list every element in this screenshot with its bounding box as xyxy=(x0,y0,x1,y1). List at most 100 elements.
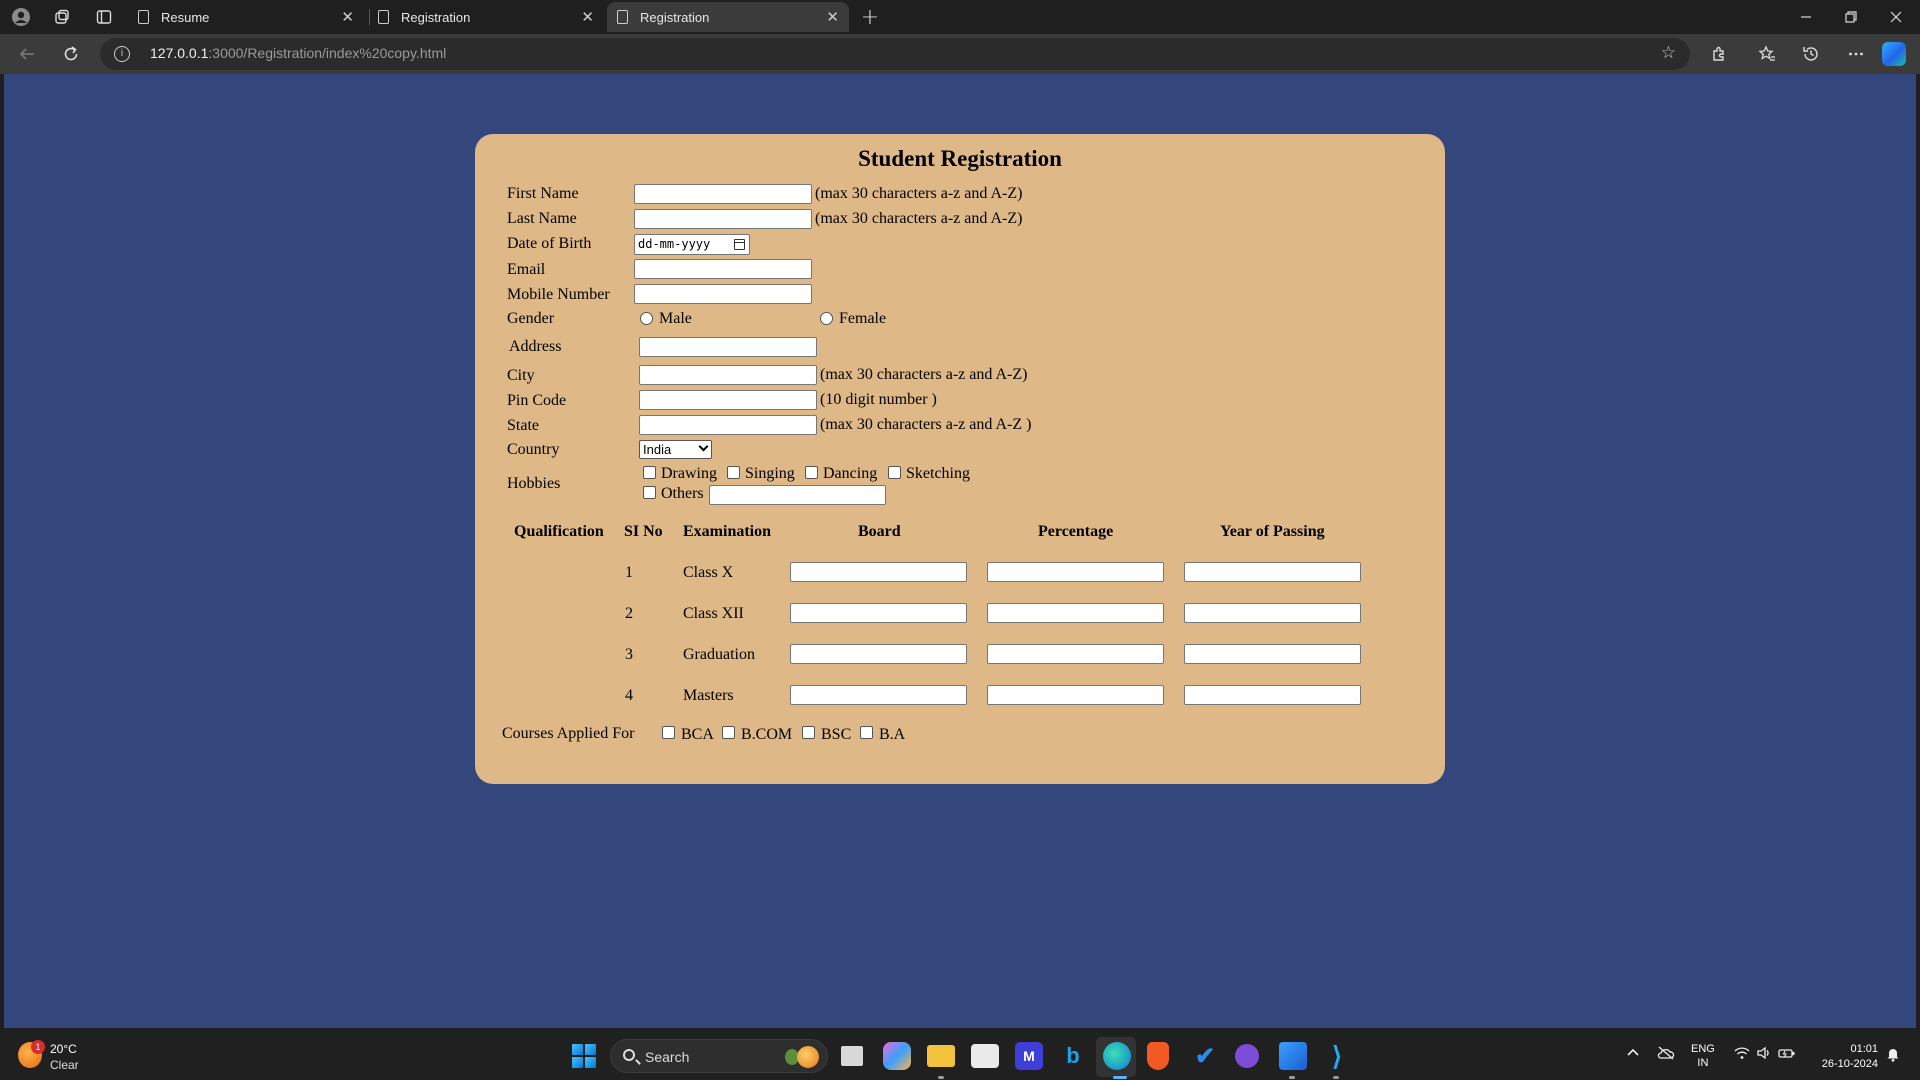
year-of-passing-input[interactable] xyxy=(1184,603,1361,623)
back-arrow-icon[interactable] xyxy=(15,42,39,66)
tab-registration-active[interactable]: Registration ✕ xyxy=(607,2,849,32)
hobby-others-input[interactable] xyxy=(709,485,886,505)
edge-browser-icon[interactable] xyxy=(1103,1042,1131,1070)
dob-label: Date of Birth xyxy=(507,235,592,252)
page-icon xyxy=(378,10,389,24)
wifi-icon[interactable] xyxy=(1734,1046,1750,1063)
board-input[interactable] xyxy=(790,603,967,623)
first-name-input[interactable] xyxy=(634,184,812,204)
editor-app-icon[interactable]: M xyxy=(1015,1042,1043,1070)
store-icon[interactable] xyxy=(971,1044,999,1068)
hobby-singing-checkbox[interactable] xyxy=(727,466,740,479)
refresh-icon[interactable] xyxy=(59,42,83,66)
close-tab-icon[interactable]: ✕ xyxy=(341,8,354,26)
browser-tab-bar: Resume ✕ Registration ✕ Registration ✕ + xyxy=(0,0,1920,34)
history-icon[interactable] xyxy=(1800,43,1822,65)
city-input[interactable] xyxy=(639,365,817,385)
board-input[interactable] xyxy=(790,644,967,664)
page-icon xyxy=(138,10,149,24)
bing-icon[interactable]: b xyxy=(1059,1042,1087,1070)
row-si-no: 1 xyxy=(625,564,633,581)
new-tab-icon[interactable]: + xyxy=(859,5,881,30)
state-label: State xyxy=(507,417,539,434)
url-host: 127.0.0.1 xyxy=(150,45,209,61)
vscode-icon[interactable]: ⟩ xyxy=(1323,1041,1351,1071)
course-bcom-checkbox[interactable] xyxy=(722,726,735,739)
favorite-star-icon[interactable]: ☆ xyxy=(1661,43,1676,63)
last-name-input[interactable] xyxy=(634,209,812,229)
notification-bell-icon[interactable] xyxy=(1886,1046,1900,1065)
col-header-board: Board xyxy=(858,523,901,540)
percentage-input[interactable] xyxy=(987,603,1164,623)
cloud-offline-icon[interactable] xyxy=(1657,1046,1675,1063)
chevron-up-icon[interactable] xyxy=(1626,1046,1640,1063)
todo-check-icon[interactable]: ✔ xyxy=(1191,1042,1219,1070)
file-explorer-icon[interactable] xyxy=(927,1045,955,1067)
row-si-no: 3 xyxy=(625,646,633,663)
close-tab-icon[interactable]: ✕ xyxy=(826,8,839,26)
course-bsc-checkbox[interactable] xyxy=(802,726,815,739)
volume-icon[interactable] xyxy=(1756,1046,1772,1063)
minimize-icon[interactable] xyxy=(1786,6,1826,28)
calendar-icon[interactable] xyxy=(734,239,745,250)
workspaces-icon[interactable] xyxy=(51,6,73,28)
email-input[interactable] xyxy=(634,259,812,279)
mobile-input[interactable] xyxy=(634,284,812,304)
address-bar[interactable]: i 127.0.0.1:3000/Registration/index%20co… xyxy=(100,38,1690,70)
year-of-passing-input[interactable] xyxy=(1184,562,1361,582)
search-text: Search xyxy=(645,1049,690,1065)
first-name-hint: (max 30 characters a-z and A-Z) xyxy=(815,185,1023,202)
gender-male-radio[interactable] xyxy=(640,312,653,325)
tab-actions-icon[interactable] xyxy=(93,6,115,28)
hobby-sketching-checkbox[interactable] xyxy=(888,466,901,479)
close-window-icon[interactable] xyxy=(1876,6,1916,28)
year-of-passing-input[interactable] xyxy=(1184,685,1361,705)
hobby-drawing-checkbox[interactable] xyxy=(643,466,656,479)
browser-toolbar: i 127.0.0.1:3000/Registration/index%20co… xyxy=(0,34,1920,74)
col-header-year-of-passing: Year of Passing xyxy=(1220,523,1325,540)
row-si-no: 4 xyxy=(625,687,633,704)
last-name-label: Last Name xyxy=(507,210,577,227)
year-of-passing-input[interactable] xyxy=(1184,644,1361,664)
address-input[interactable] xyxy=(639,337,817,357)
course-ba-checkbox[interactable] xyxy=(860,726,873,739)
dob-input[interactable]: dd-mm-yyyy xyxy=(634,234,750,255)
board-input[interactable] xyxy=(790,685,967,705)
task-view-icon[interactable] xyxy=(841,1046,863,1066)
url-text[interactable]: 127.0.0.1:3000/Registration/index%20copy… xyxy=(150,45,446,61)
board-input[interactable] xyxy=(790,562,967,582)
windows-start-icon[interactable] xyxy=(572,1044,596,1068)
state-input[interactable] xyxy=(639,415,817,435)
pin-code-input[interactable] xyxy=(639,390,817,410)
photos-icon[interactable] xyxy=(1279,1042,1307,1070)
percentage-input[interactable] xyxy=(987,644,1164,664)
row-si-no: 2 xyxy=(625,605,633,622)
profile-icon[interactable] xyxy=(10,6,32,28)
percentage-input[interactable] xyxy=(987,685,1164,705)
hobby-others-checkbox[interactable] xyxy=(643,486,656,499)
brave-browser-icon[interactable] xyxy=(1147,1042,1169,1070)
taskbar-search[interactable]: Search xyxy=(610,1039,828,1073)
battery-icon[interactable] xyxy=(1778,1046,1796,1063)
tab-resume[interactable]: Resume ✕ xyxy=(128,2,364,32)
copilot-app-icon[interactable] xyxy=(883,1042,911,1070)
copilot-icon[interactable] xyxy=(1882,42,1906,66)
extensions-icon[interactable] xyxy=(1708,43,1730,65)
language-indicator[interactable]: ENG IN xyxy=(1691,1042,1715,1070)
course-bca-checkbox[interactable] xyxy=(662,726,675,739)
site-info-icon[interactable]: i xyxy=(114,46,130,62)
restore-icon[interactable] xyxy=(1831,6,1871,28)
percentage-input[interactable] xyxy=(987,562,1164,582)
close-tab-icon[interactable]: ✕ xyxy=(581,8,594,26)
gender-female-radio[interactable] xyxy=(820,312,833,325)
tab-registration[interactable]: Registration ✕ xyxy=(368,2,604,32)
more-menu-icon[interactable] xyxy=(1845,43,1867,65)
gender-male-label: Male xyxy=(659,310,692,327)
hobby-sketching-label: Sketching xyxy=(906,465,970,482)
country-select[interactable]: India xyxy=(639,440,712,459)
favorites-icon[interactable] xyxy=(1756,43,1778,65)
city-hint: (max 30 characters a-z and A-Z) xyxy=(820,366,1028,383)
github-icon[interactable] xyxy=(1235,1044,1259,1068)
system-clock[interactable]: 01:01 26-10-2024 xyxy=(1812,1042,1878,1072)
hobby-dancing-checkbox[interactable] xyxy=(805,466,818,479)
